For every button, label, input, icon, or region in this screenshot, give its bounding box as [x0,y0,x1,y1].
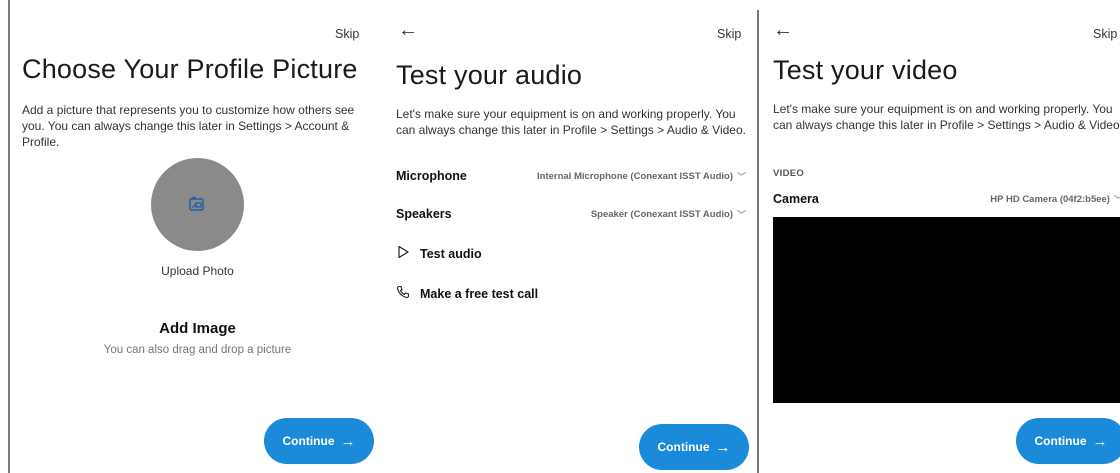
arrow-right-icon: → [340,432,356,450]
continue-button[interactable]: Continue → [1016,418,1120,464]
arrow-right-icon: → [715,438,731,456]
add-image-heading[interactable]: Add Image [10,320,375,337]
page-title: Test your video [773,55,958,85]
camera-row: Camera HP HD Camera (04f2:b5ee) ﹀ [773,192,1120,206]
back-arrow-icon[interactable]: ← [773,20,793,40]
upload-photo-label: Upload Photo [161,264,234,278]
page-title: Test your audio [396,60,583,90]
chevron-down-icon: ﹀ [1114,193,1120,206]
speakers-row: Speakers Speaker (Conexant ISST Audio) ﹀ [396,207,746,221]
microphone-row: Microphone Internal Microphone (Conexant… [396,169,746,183]
speakers-value: Speaker (Conexant ISST Audio) [590,208,733,220]
test-call-button[interactable]: Make a free test call [396,285,538,302]
video-preview [773,217,1120,403]
test-audio-label: Test audio [420,246,482,261]
microphone-value: Internal Microphone (Conexant ISST Audio… [537,170,733,182]
profile-picture-panel: Skip Choose Your Profile Picture Add a p… [10,0,375,473]
continue-label: Continue [282,434,335,448]
camera-select[interactable]: HP HD Camera (04f2:b5ee) ﹀ [990,193,1120,206]
skip-link[interactable]: Skip [335,27,359,41]
phone-icon [396,285,410,302]
back-arrow-icon[interactable]: ← [398,20,418,40]
camera-label: Camera [773,192,819,206]
skip-link[interactable]: Skip [1093,27,1117,41]
image-upload-icon [187,195,207,218]
chevron-down-icon: ﹀ [736,171,746,182]
continue-button[interactable]: Continue → [639,424,749,470]
continue-label: Continue [657,440,710,454]
speakers-label: Speakers [396,207,452,221]
panel-divider [757,10,759,473]
test-audio-panel: ← Skip Test your audio Let's make sure y… [377,0,757,473]
play-icon [396,245,410,262]
skip-link[interactable]: Skip [717,27,741,41]
page-description: Let's make sure your equipment is on and… [773,102,1120,132]
page-description: Add a picture that represents you to cus… [22,103,355,149]
microphone-select[interactable]: Internal Microphone (Conexant ISST Audio… [537,170,746,183]
camera-value: HP HD Camera (04f2:b5ee) [990,193,1110,205]
test-call-label: Make a free test call [420,286,539,301]
continue-button[interactable]: Continue → [264,418,374,464]
page-description: Let's make sure your equipment is on and… [396,107,746,137]
test-audio-button[interactable]: Test audio [396,245,482,262]
arrow-right-icon: → [1092,432,1108,450]
chevron-down-icon: ﹀ [736,209,746,220]
speakers-select[interactable]: Speaker (Conexant ISST Audio) ﹀ [591,208,746,221]
page-title: Choose Your Profile Picture [22,54,358,84]
upload-photo-button[interactable] [151,158,244,251]
continue-label: Continue [1034,434,1087,448]
test-video-panel: ← Skip Test your video Let's make sure y… [760,0,1120,473]
drag-drop-hint: You can also drag and drop a picture [103,344,292,356]
video-section-label: VIDEO [773,168,805,179]
microphone-label: Microphone [396,169,467,183]
